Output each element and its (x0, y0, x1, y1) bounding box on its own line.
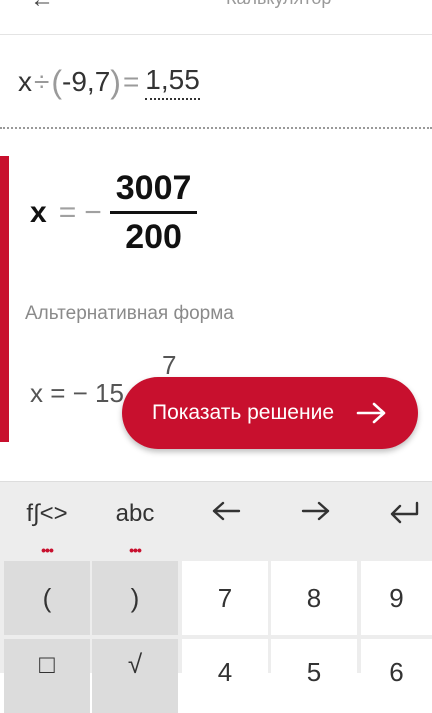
key-label: 9 (389, 582, 404, 613)
key-square-placeholder[interactable]: □ (4, 639, 90, 713)
letters-tab-dots: ••• (129, 542, 142, 558)
key-6[interactable]: 6 (361, 639, 432, 713)
enter-icon (390, 501, 419, 524)
functions-tab-label: f∫<> (26, 500, 68, 527)
enter-button[interactable] (384, 500, 424, 531)
key-label: 7 (217, 582, 233, 613)
result-variable: x (30, 195, 47, 229)
right-paren: ) (110, 63, 121, 100)
result-equation: x = − 3007 200 (30, 168, 198, 257)
show-solution-label: Показать решение (152, 401, 334, 424)
fraction-denominator: 200 (125, 218, 182, 256)
key-left-paren[interactable]: ( (4, 561, 90, 635)
app-title: Калькулятор (226, 0, 331, 9)
key-sqrt[interactable]: √ (92, 639, 178, 713)
divide-operator: ÷ (34, 66, 50, 97)
alternative-form-expression: x = − 15 7 (30, 350, 176, 409)
left-paren: ( (51, 63, 63, 100)
dotted-divider (0, 127, 432, 129)
alternative-expression-text: x = − 15 (30, 378, 124, 408)
result-sign: − (84, 195, 102, 229)
input-expression[interactable]: x ÷ ( -9,7 ) = 1,55 (18, 62, 200, 102)
key-4[interactable]: 4 (182, 639, 268, 713)
arrow-right-icon (356, 401, 388, 425)
keyboard-toolbar: f∫<> ••• abc ••• (0, 482, 432, 558)
alternative-form-label: Альтернативная форма (25, 303, 234, 324)
key-7[interactable]: 7 (182, 561, 268, 635)
letters-tab[interactable]: abc ••• (106, 500, 164, 558)
equals-sign: = (122, 66, 140, 97)
input-rhs[interactable]: 1,55 (145, 64, 200, 100)
key-label: 8 (306, 582, 322, 613)
key-8[interactable]: 8 (271, 561, 357, 635)
cursor-left-button[interactable] (206, 500, 246, 529)
arrow-left-icon (212, 501, 241, 521)
back-arrow-icon[interactable]: ← (30, 0, 54, 14)
fraction-bar (109, 211, 198, 214)
key-right-paren[interactable]: ) (92, 561, 178, 635)
input-divisor: -9,7 (62, 66, 111, 97)
key-label: □ (39, 649, 55, 679)
letters-tab-label: abc (115, 500, 155, 527)
key-label: 5 (306, 657, 322, 687)
result-equals: = (58, 195, 77, 229)
key-5[interactable]: 5 (271, 639, 357, 713)
key-label: 4 (217, 657, 233, 687)
top-bar: ← Калькулятор (0, 0, 432, 35)
result-fraction: 3007 200 (109, 168, 198, 257)
fraction-numerator: 3007 (115, 169, 192, 207)
show-solution-button[interactable]: Показать решение (122, 377, 418, 449)
arrow-right-icon (301, 501, 330, 521)
key-label: 6 (389, 657, 404, 687)
key-label: ( (42, 582, 52, 613)
key-label: √ (127, 649, 143, 679)
cursor-right-button[interactable] (296, 500, 336, 529)
functions-tab[interactable]: f∫<> ••• (14, 500, 80, 558)
result-accent-bar (0, 156, 9, 442)
math-keyboard: f∫<> ••• abc ••• ( ) 7 8 9 □ √ 4 5 6 (0, 481, 432, 713)
key-9[interactable]: 9 (361, 561, 432, 635)
functions-tab-dots: ••• (41, 542, 54, 558)
key-label: ) (130, 582, 140, 613)
input-variable: x (18, 66, 32, 97)
